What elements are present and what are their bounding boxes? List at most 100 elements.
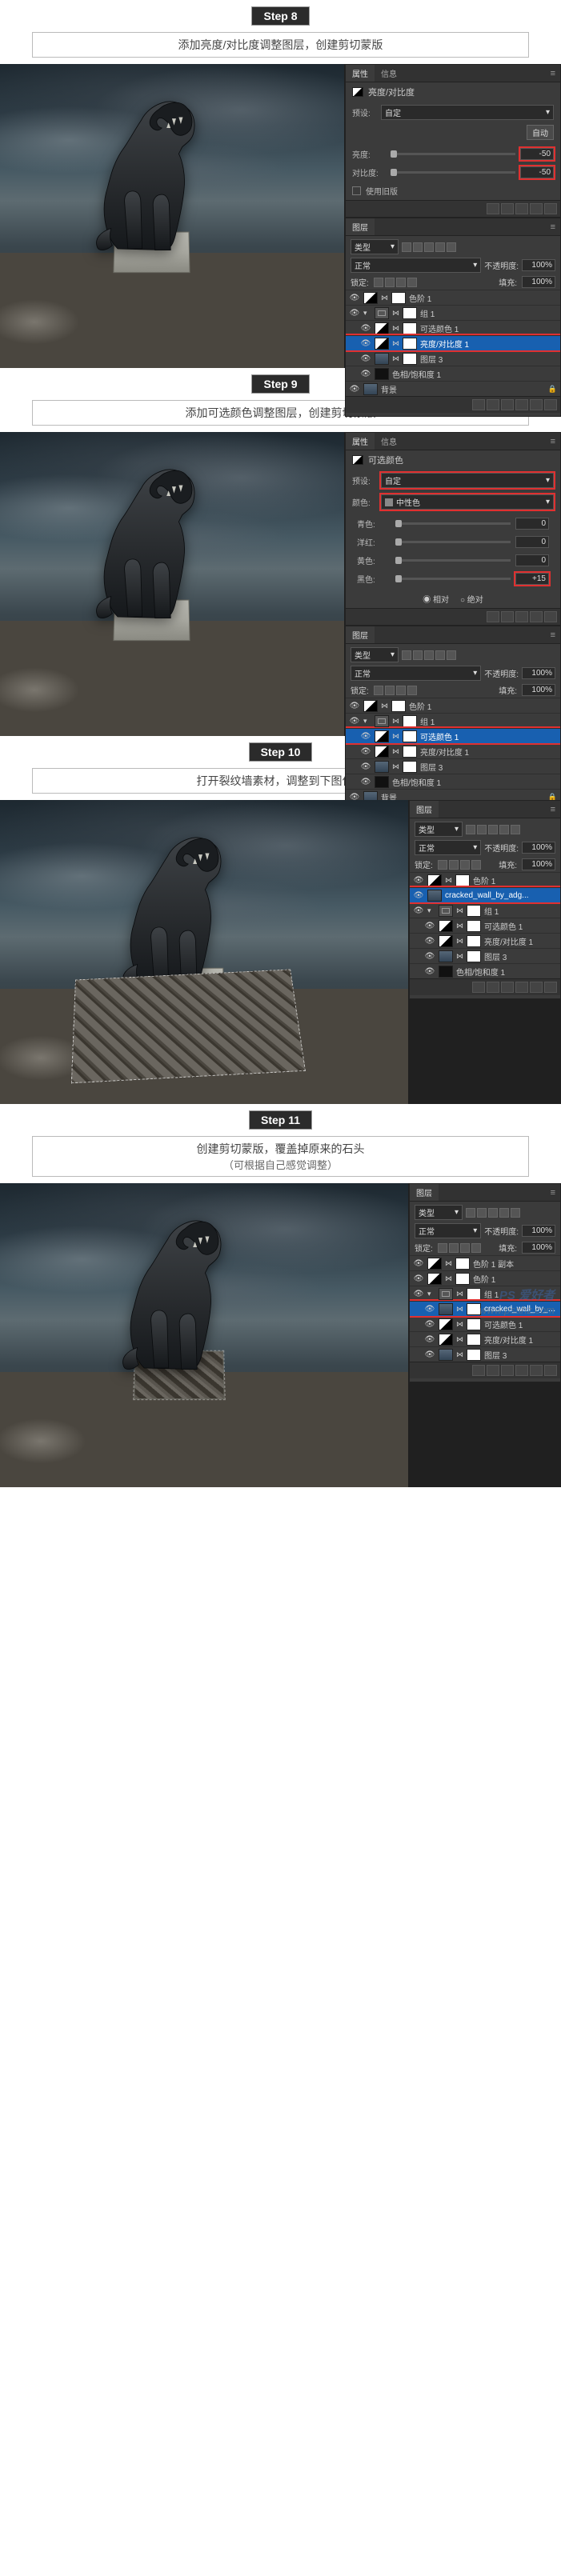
new-layer-icon[interactable] [530,982,543,993]
layer-row[interactable]: 👁 背景 🔒 [346,381,560,396]
group-icon[interactable] [515,399,528,410]
layer-row[interactable]: 👁 色相/饱和度 1 [410,963,560,978]
panel-menu-icon[interactable]: ≡ [546,437,560,446]
layer-row[interactable]: 👁 ⋈ 可选颜色 1 [346,320,560,335]
layer-row[interactable]: 👁 ⋈ 亮度/对比度 1 [346,743,560,758]
reset-icon[interactable] [515,611,528,622]
layer-mask-thumb[interactable] [391,292,406,304]
trash-icon[interactable] [544,203,557,214]
layer-mask-thumb[interactable] [403,730,417,742]
link-icon[interactable]: ⋈ [456,1320,463,1329]
layer-mask-thumb[interactable] [467,1349,481,1361]
link-icon[interactable]: ⋈ [392,732,399,741]
layer-kind-dropdown[interactable]: 类型▾ [351,239,399,254]
prev-icon[interactable] [501,611,514,622]
layer-kind-dropdown[interactable]: 类型▾ [351,647,399,662]
layer-mask-thumb[interactable] [467,950,481,962]
layer-thumb[interactable] [427,1273,442,1285]
auto-button[interactable]: 自动 [527,125,554,140]
radio-absolute[interactable]: ○ 绝对 [460,593,483,605]
layer-row[interactable]: 👁 ⋈ 色阶 1 [410,872,560,887]
fill-value[interactable]: 100% [522,858,555,870]
opacity-value[interactable]: 100% [522,1225,555,1237]
lock-option-icons[interactable] [438,1243,481,1253]
visibility-icon[interactable]: 👁 [349,385,360,394]
link-icon[interactable]: ⋈ [456,922,463,930]
clip-icon[interactable] [487,611,499,622]
property-value[interactable]: 0 [515,554,549,566]
layer-row[interactable]: 👁 ⋈ 图层 3 [410,1346,560,1362]
layer-filter-icons[interactable] [402,650,456,660]
slider[interactable] [395,541,511,543]
visibility-icon[interactable]: 👁 [360,747,371,756]
trash-icon[interactable] [544,399,557,410]
tab-properties[interactable]: 属性 [346,65,375,82]
visibility-icon[interactable]: 👁 [424,1320,435,1329]
visibility-icon[interactable]: 👁 [360,354,371,363]
vis-icon[interactable] [530,611,543,622]
blend-mode-dropdown[interactable]: 正常▾ [415,1223,481,1238]
layer-thumb[interactable] [439,1303,453,1315]
link-icon[interactable]: ⋈ [392,309,399,318]
adjustment-icon[interactable] [501,1365,514,1376]
layer-row[interactable]: 👁 cracked_wall_by_adg... [410,887,560,902]
tab-info[interactable]: 信息 [375,65,403,82]
group-icon[interactable] [515,982,528,993]
slider[interactable] [391,171,515,174]
panel-menu-icon[interactable]: ≡ [546,222,560,232]
visibility-icon[interactable]: 👁 [424,952,435,961]
reset-icon[interactable] [515,203,528,214]
visibility-icon[interactable]: 👁 [360,370,371,378]
visibility-icon[interactable]: 👁 [413,891,424,900]
link-icon[interactable]: ⋈ [456,1305,463,1314]
layer-mask-thumb[interactable] [467,1288,481,1300]
adjustment-icon[interactable] [501,982,514,993]
visibility-icon[interactable]: 👁 [360,732,371,741]
link-icon[interactable]: ⋈ [456,937,463,946]
preset-dropdown[interactable]: 自定▾ [381,105,554,120]
layer-thumb[interactable] [439,966,453,978]
visibility-icon[interactable]: 👁 [360,339,371,348]
visibility-icon[interactable]: 👁 [424,1335,435,1344]
layer-row[interactable]: 👁 ⋈ 图层 3 [346,758,560,774]
layer-mask-thumb[interactable] [467,1318,481,1330]
layer-thumb[interactable] [375,368,389,380]
group-toggle-icon[interactable]: ▾ [427,906,435,915]
opacity-value[interactable]: 100% [522,259,555,271]
visibility-icon[interactable]: 👁 [424,937,435,946]
link-icon[interactable]: ⋈ [456,906,463,915]
tab-layers[interactable]: 图层 [410,1184,439,1201]
layer-mask-thumb[interactable] [467,935,481,947]
layer-thumb[interactable] [427,890,442,902]
layer-thumb-group[interactable] [439,1288,453,1300]
layer-thumb-group[interactable] [375,715,389,727]
layer-kind-dropdown[interactable]: 类型▾ [415,822,463,837]
layer-thumb[interactable] [375,730,389,742]
layer-thumb[interactable] [375,353,389,365]
visibility-icon[interactable]: 👁 [424,922,435,930]
link-icon[interactable]: ⋈ [445,876,452,885]
opacity-value[interactable]: 100% [522,842,555,854]
layer-mask-thumb[interactable] [403,715,417,727]
radio-relative[interactable]: ◉ 相对 [423,593,449,605]
mask-icon[interactable] [487,982,499,993]
fill-value[interactable]: 100% [522,1242,555,1254]
layer-mask-thumb[interactable] [467,905,481,917]
visibility-icon[interactable]: 👁 [413,1290,424,1298]
layer-row[interactable]: 👁 ⋈ 图层 3 [346,350,560,366]
layer-thumb[interactable] [375,776,389,788]
visibility-icon[interactable]: 👁 [413,1274,424,1283]
new-layer-icon[interactable] [530,399,543,410]
opacity-value[interactable]: 100% [522,667,555,679]
slider[interactable] [391,153,515,155]
link-icon[interactable]: ⋈ [445,1274,452,1283]
visibility-icon[interactable]: 👁 [413,1259,424,1268]
visibility-icon[interactable]: 👁 [360,778,371,786]
tab-properties[interactable]: 属性 [346,433,375,450]
trash-icon[interactable] [544,611,557,622]
layer-row[interactable]: 👁 ▾ ⋈ 组 1 [346,305,560,320]
fx-icon[interactable] [472,399,485,410]
layer-mask-thumb[interactable] [403,307,417,319]
layer-row[interactable]: 👁 ▾ ⋈ 组 1 [410,1286,560,1301]
layer-mask-thumb[interactable] [455,1258,470,1270]
